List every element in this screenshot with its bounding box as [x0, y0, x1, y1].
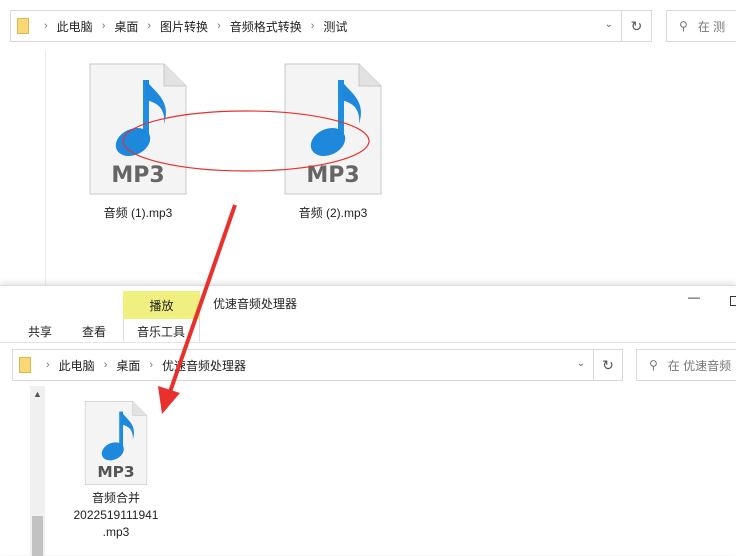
chevron-right-icon: › [101, 20, 106, 32]
breadcrumb-item[interactable]: 优速音频处理器 [162, 357, 246, 374]
nav-pane-scrollbar[interactable]: ▲ [30, 386, 45, 556]
breadcrumb-item[interactable]: 桌面 [114, 18, 138, 35]
mp3-file-icon: MP3 [89, 63, 187, 195]
chevron-down-icon[interactable]: ⌄ [577, 358, 585, 369]
top-address-bar[interactable]: › 此电脑 › 桌面 › 图片转换 › 音频格式转换 › 测试 ⌄ [10, 10, 622, 42]
refresh-button[interactable]: ↻ [593, 349, 623, 381]
nav-pane-divider [45, 50, 46, 285]
file-item[interactable]: MP3 音频合并 2022519111941 .mp3 [64, 400, 168, 541]
scroll-up-icon[interactable]: ▲ [30, 386, 45, 399]
chevron-right-icon: › [310, 20, 315, 32]
mp3-file-icon: MP3 [284, 63, 382, 195]
chevron-right-icon: › [149, 359, 154, 371]
breadcrumb-item[interactable]: 音频格式转换 [230, 18, 302, 35]
bottom-explorer-window: 播放 优速音频处理器 — 共享 查看 音乐工具 › 此电脑 › 桌面 › 优速音… [0, 285, 736, 556]
file-name: 音频合并 2022519111941 .mp3 [73, 491, 159, 539]
breadcrumb-item[interactable]: 此电脑 [57, 18, 93, 35]
folder-icon [19, 357, 31, 373]
scrollbar-thumb[interactable] [32, 516, 43, 556]
chevron-right-icon: › [217, 20, 221, 32]
breadcrumb-item[interactable]: 此电脑 [59, 357, 95, 374]
minimize-button[interactable]: — [684, 290, 704, 310]
file-item[interactable]: MP3 音频 (2).mp3 [273, 62, 393, 221]
bottom-address-bar[interactable]: › 此电脑 › 桌面 › 优速音频处理器 ⌄ [12, 349, 594, 381]
refresh-button[interactable]: ↻ [621, 10, 652, 42]
maximize-button[interactable] [730, 296, 736, 306]
ribbon-divider [0, 342, 736, 343]
file-item[interactable]: MP3 音频 (1).mp3 [78, 62, 198, 221]
ribbon-tab-music-tools[interactable]: 音乐工具 [137, 323, 185, 340]
window-title: 优速音频处理器 [213, 297, 298, 311]
bottom-search-input[interactable]: ⚲ 在 优速音频 [636, 349, 736, 381]
mp3-file-icon: MP3 [84, 400, 148, 486]
chevron-right-icon: › [44, 20, 48, 32]
svg-text:MP3: MP3 [306, 163, 359, 188]
breadcrumb-item[interactable]: 图片转换 [160, 18, 208, 35]
top-explorer-window: › 此电脑 › 桌面 › 图片转换 › 音频格式转换 › 测试 ⌄ ↻ ⚲ 在 … [0, 0, 736, 285]
file-name: 音频 (2).mp3 [298, 206, 368, 220]
chevron-right-icon: › [147, 20, 152, 32]
top-search-input[interactable]: ⚲ 在 测 [666, 10, 736, 42]
context-tab-play[interactable]: 播放 [123, 291, 200, 319]
ribbon-tab-view[interactable]: 查看 [82, 323, 106, 340]
svg-text:MP3: MP3 [97, 463, 134, 481]
breadcrumb-item[interactable]: 测试 [323, 18, 347, 35]
breadcrumb-item[interactable]: 桌面 [116, 357, 140, 374]
ribbon-tab-share[interactable]: 共享 [28, 323, 52, 340]
chevron-right-icon: › [103, 359, 108, 371]
file-name: 音频 (1).mp3 [103, 206, 173, 220]
search-icon: ⚲ [679, 19, 688, 33]
chevron-right-icon: › [46, 359, 50, 371]
chevron-down-icon[interactable]: ⌄ [605, 19, 613, 30]
folder-icon [17, 18, 29, 34]
search-icon: ⚲ [649, 358, 658, 372]
svg-text:MP3: MP3 [111, 163, 164, 188]
